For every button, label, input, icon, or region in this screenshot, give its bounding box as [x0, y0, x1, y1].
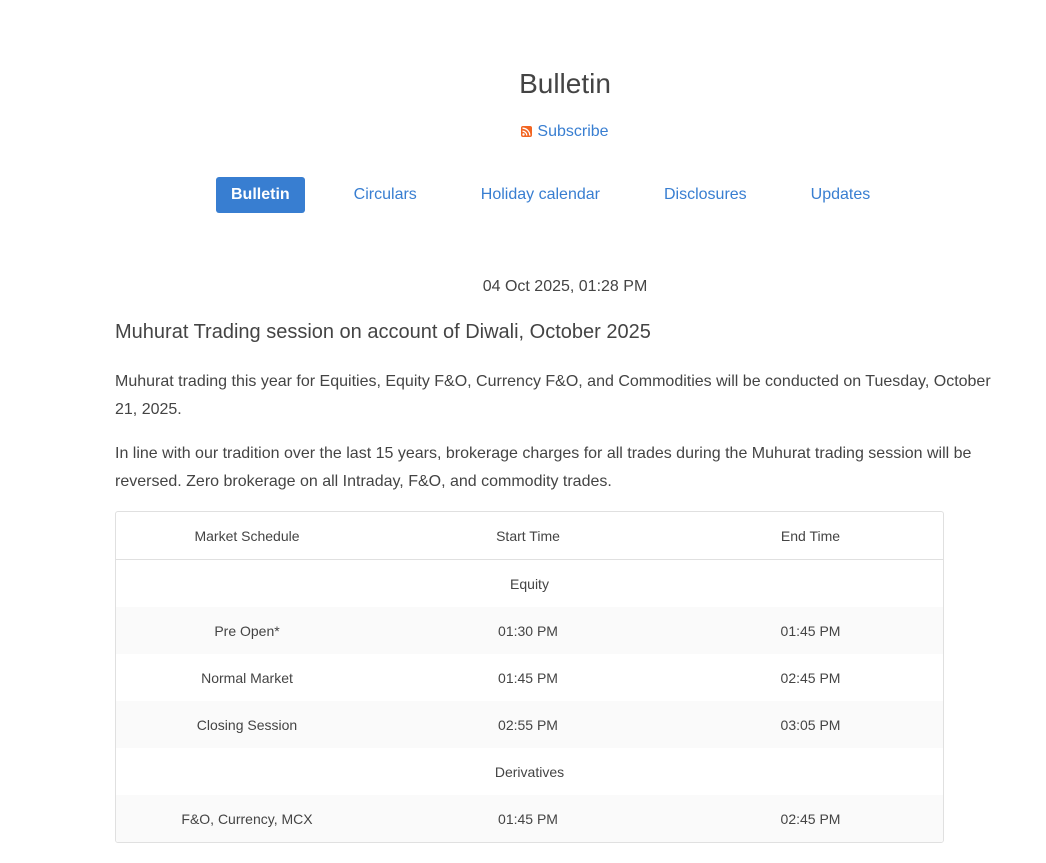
bulletin-page: Bulletin Subscribe Bulletin Circulars Ho…	[0, 0, 1046, 863]
post-date: 04 Oct 2025, 01:28 PM	[482, 278, 648, 295]
table-cell: 02:45 PM	[780, 669, 841, 686]
post-paragraph: In line with our tradition over the last…	[115, 445, 972, 490]
table-cell: F&O, Currency, MCX	[116, 795, 378, 842]
table-cell: 01:45 PM	[498, 669, 558, 686]
table-cell: 01:45 PM	[378, 795, 678, 842]
tab-circulars[interactable]: Circulars	[339, 177, 432, 213]
post-paragraph: Muhurat trading this year for Equities, …	[115, 373, 991, 418]
table-row: F&O, Currency, MCX 01:45 PM 02:45 PM	[116, 795, 943, 842]
section-label-equity: Equity	[510, 575, 549, 592]
bulletin-tabs: Bulletin Circulars Holiday calendar Disc…	[216, 177, 885, 213]
table-row: Pre Open* 01:30 PM 01:45 PM	[116, 607, 943, 654]
table-cell: Pre Open*	[116, 607, 378, 654]
subscribe-row: Subscribe	[0, 121, 1046, 143]
tab-disclosures[interactable]: Disclosures	[649, 177, 762, 213]
table-header-row: Market Schedule Start Time End Time	[116, 512, 943, 560]
table-cell: 01:45 PM	[678, 607, 943, 654]
table-cell: Normal Market	[201, 669, 293, 686]
tab-updates[interactable]: Updates	[796, 177, 886, 213]
column-header: End Time	[678, 512, 943, 560]
subscribe-label: Subscribe	[537, 123, 609, 140]
table-cell: 02:55 PM	[378, 701, 678, 748]
table-row: Closing Session 02:55 PM 03:05 PM	[116, 701, 943, 748]
page-title: Bulletin	[519, 68, 611, 99]
rss-icon	[521, 126, 533, 137]
post-title: Muhurat Trading session on account of Di…	[115, 321, 651, 343]
table-row: Normal Market 01:45 PM 02:45 PM	[116, 654, 943, 701]
section-row: Equity	[116, 560, 943, 608]
column-header: Market Schedule	[116, 512, 378, 560]
tab-bulletin[interactable]: Bulletin	[216, 177, 305, 213]
table-cell: Closing Session	[116, 701, 378, 748]
column-header: Start Time	[378, 512, 678, 560]
subscribe-link[interactable]: Subscribe	[521, 123, 609, 140]
tab-holiday-calendar[interactable]: Holiday calendar	[466, 177, 615, 213]
table-cell: 03:05 PM	[678, 701, 943, 748]
schedule-table: Market Schedule Start Time End Time Equi…	[115, 511, 944, 843]
table-cell: 02:45 PM	[678, 795, 943, 842]
section-row: Derivatives	[116, 748, 943, 795]
table-cell: 01:30 PM	[378, 607, 678, 654]
section-label-derivatives: Derivatives	[494, 763, 565, 780]
